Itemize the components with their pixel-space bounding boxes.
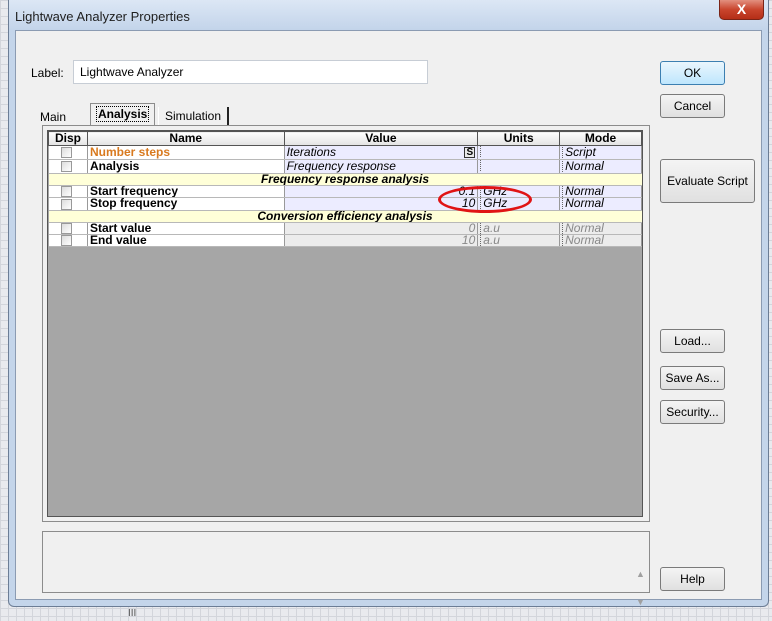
close-button[interactable]: X [719, 0, 764, 20]
tab-simulation[interactable]: Simulation [158, 107, 230, 127]
disp-cell [48, 145, 88, 160]
units-text [480, 146, 483, 157]
disp-checkbox[interactable] [60, 222, 72, 234]
disp-checkbox[interactable] [60, 235, 72, 246]
tab-analysis[interactable]: Analysis [90, 103, 156, 125]
param-name: Start value [87, 222, 285, 235]
param-value: 10 [284, 234, 479, 248]
param-value: 0 [284, 222, 479, 235]
disp-cell [48, 185, 88, 199]
parameters-table: Disp Name Value Units Mode Number steps … [48, 131, 642, 248]
table-row: Start value 0 a.u Normal [48, 222, 642, 235]
param-mode-cell[interactable]: Normal [559, 185, 642, 199]
analysis-tab-panel: Disp Name Value Units Mode Number steps … [42, 125, 650, 522]
help-button[interactable]: Help [660, 567, 725, 591]
load-button[interactable]: Load... [660, 329, 725, 353]
units-text: a.u [480, 222, 500, 234]
param-mode-cell[interactable]: Normal [559, 159, 642, 174]
disp-cell [48, 197, 88, 211]
units-text [480, 160, 483, 171]
section-title: Frequency response analysis [48, 173, 642, 186]
tab-analysis-label: Analysis [95, 106, 150, 122]
param-name: End value [87, 234, 285, 248]
section-row: Frequency response analysis [48, 173, 642, 186]
param-mode-cell[interactable]: Script [559, 145, 642, 160]
param-units: a.u [477, 222, 561, 235]
table-row: End value 10 a.u Normal [48, 234, 642, 248]
disp-checkbox[interactable] [60, 147, 72, 159]
param-name: Number steps [87, 145, 285, 160]
script-button[interactable]: S [464, 147, 476, 158]
units-text: a.u [480, 234, 500, 246]
highlight-ellipse-annotation [438, 186, 532, 213]
section-row: Conversion efficiency analysis [48, 210, 642, 223]
param-mode-cell: Normal [559, 222, 642, 235]
param-name: Analysis [87, 159, 285, 174]
param-value[interactable]: Frequency response [284, 159, 479, 174]
param-units: a.u [477, 234, 561, 248]
param-mode: Normal [562, 198, 604, 210]
param-units [477, 159, 561, 174]
scrollbar-grip-icon: III [128, 608, 137, 619]
col-header-units[interactable]: Units [477, 131, 561, 146]
table-row: Analysis Frequency response Normal [48, 159, 642, 174]
parameters-grid: Disp Name Value Units Mode Number steps … [47, 130, 643, 517]
security-button[interactable]: Security... [660, 400, 725, 424]
scroll-up-arrow-icon[interactable]: ▲ [636, 569, 645, 579]
col-header-mode[interactable]: Mode [559, 131, 642, 146]
disp-checkbox[interactable] [60, 161, 72, 173]
header-row: Disp Name Value Units Mode [48, 131, 642, 146]
param-mode-cell[interactable]: Normal [559, 197, 642, 211]
param-value: Iterations [286, 145, 336, 159]
scroll-down-arrow-icon[interactable]: ▼ [636, 597, 645, 607]
description-area[interactable] [42, 531, 650, 593]
cancel-button[interactable]: Cancel [660, 94, 725, 118]
param-units [477, 145, 561, 160]
disp-cell [48, 159, 88, 174]
disp-cell [48, 222, 88, 235]
evaluate-script-button[interactable]: Evaluate Script [660, 159, 755, 203]
ok-button[interactable]: OK [660, 61, 725, 85]
param-name: Start frequency [87, 185, 285, 199]
col-header-value[interactable]: Value [283, 131, 479, 146]
param-mode: Normal [562, 234, 604, 246]
disp-checkbox[interactable] [60, 198, 72, 210]
param-name: Stop frequency [87, 197, 285, 211]
param-mode-cell: Normal [559, 234, 642, 248]
label-input[interactable] [73, 60, 428, 84]
table-row: Start frequency 0.1 GHz Normal [48, 185, 642, 199]
dialog-client: Label: OK Cancel Evaluate Script Load...… [15, 30, 762, 607]
disp-cell [48, 234, 88, 248]
param-mode: Normal [562, 222, 604, 234]
col-header-disp[interactable]: Disp [48, 131, 88, 146]
title-bar[interactable]: Lightwave Analyzer Properties X [9, 0, 768, 30]
window-title: Lightwave Analyzer Properties [15, 9, 190, 24]
param-mode: Normal [562, 186, 604, 197]
param-mode: Normal [562, 160, 604, 172]
table-row: Number steps Iterations S Script [48, 145, 642, 160]
disp-checkbox[interactable] [60, 186, 72, 197]
table-row: Stop frequency 10 GHz Normal [48, 197, 642, 211]
section-title: Conversion efficiency analysis [48, 210, 642, 223]
param-value-cell[interactable]: Iterations S [284, 145, 479, 160]
properties-window: Lightwave Analyzer Properties X Label: O… [8, 0, 769, 607]
param-mode: Script [562, 146, 596, 158]
label-field-label: Label: [31, 66, 64, 80]
save-as-button[interactable]: Save As... [660, 366, 725, 390]
col-header-name[interactable]: Name [86, 131, 285, 146]
